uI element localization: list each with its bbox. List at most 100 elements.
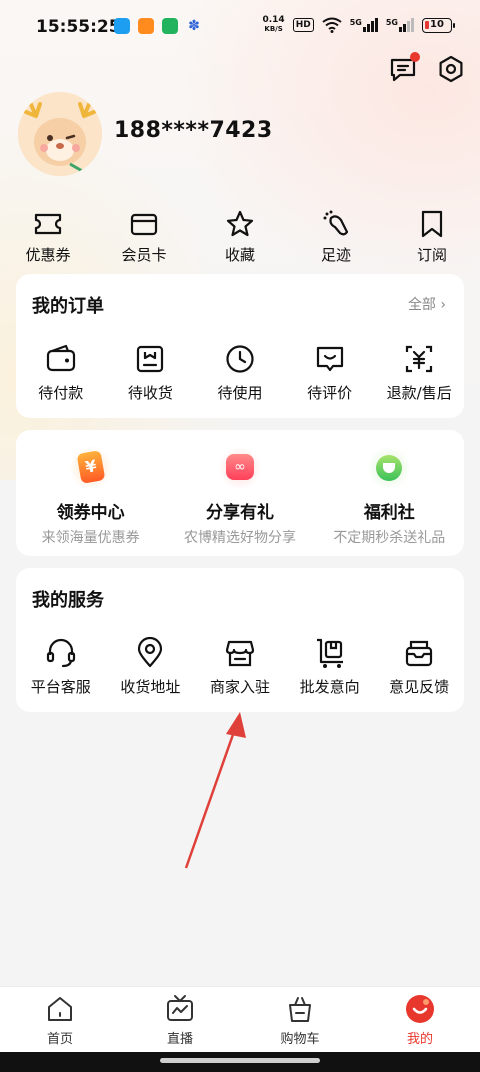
nav-home[interactable]: 首页 bbox=[0, 987, 120, 1052]
net-speed-value: 0.14 bbox=[262, 15, 285, 25]
cart-box-icon bbox=[316, 638, 343, 668]
promo-card: ¥ 领券中心 来领海量优惠券 ∞ 分享有礼 农博精选好物分享 福利社 不定期秒杀… bbox=[16, 430, 464, 556]
order-pending-receipt[interactable]: 待收货 bbox=[106, 342, 196, 403]
orders-card: 我的订单 全部 › 待付款 待收货 待使用 待评价 退款/售后 bbox=[16, 274, 464, 418]
quick-footprint-label: 足迹 bbox=[320, 246, 351, 264]
clock: 15:55:25 bbox=[36, 17, 121, 37]
order-pending-review-label: 待评价 bbox=[307, 384, 353, 402]
message-button[interactable] bbox=[388, 52, 420, 84]
paw-icon: ✽ bbox=[188, 18, 200, 34]
mine-active-icon bbox=[406, 995, 434, 1023]
order-pending-payment[interactable]: 待付款 bbox=[16, 342, 106, 403]
services-title: 我的服务 bbox=[32, 590, 104, 611]
order-pending-use-label: 待使用 bbox=[217, 384, 263, 402]
order-status-row: 待付款 待收货 待使用 待评价 退款/售后 bbox=[16, 342, 464, 403]
store-icon bbox=[225, 640, 255, 667]
promo-share-gift-subtitle: 农博精选好物分享 bbox=[183, 530, 296, 546]
service-wholesale-label: 批发意向 bbox=[299, 678, 360, 696]
service-merchant-join[interactable]: 商家入驻 bbox=[195, 636, 285, 697]
refund-icon bbox=[406, 345, 433, 373]
status-bar: 15:55:25 ✽ 0.14 KB/S HD 5G 5G 10 bbox=[0, 0, 480, 56]
quick-member-card-label: 会员卡 bbox=[121, 246, 167, 264]
quick-subscriptions[interactable]: 订阅 bbox=[384, 200, 480, 270]
service-feedback-label: 意见反馈 bbox=[389, 678, 450, 696]
card-icon bbox=[130, 213, 158, 236]
order-pending-payment-label: 待付款 bbox=[38, 384, 84, 402]
video-app-icon bbox=[138, 18, 154, 34]
user-phone[interactable]: 188****7423 bbox=[114, 118, 273, 143]
order-pending-review[interactable]: 待评价 bbox=[285, 342, 375, 403]
signal-2-icon: 5G bbox=[386, 18, 414, 32]
nav-live-label: 直播 bbox=[166, 1032, 193, 1047]
hd-badge: HD bbox=[292, 18, 314, 32]
home-indicator[interactable] bbox=[160, 1058, 320, 1063]
service-merchant-join-label: 商家入驻 bbox=[209, 678, 270, 696]
network-speed: 0.14 KB/S bbox=[262, 16, 284, 34]
wallet-icon bbox=[46, 344, 75, 372]
app-notification-icon bbox=[114, 18, 130, 34]
nav-cart-label: 购物车 bbox=[280, 1032, 320, 1047]
promo-welfare-title: 福利社 bbox=[363, 503, 415, 523]
home-icon bbox=[48, 997, 72, 1021]
signal-1-icon: 5G bbox=[350, 18, 378, 32]
ticket-icon bbox=[34, 213, 62, 235]
footprint-icon bbox=[323, 210, 349, 236]
package-icon bbox=[137, 345, 164, 373]
promo-coupon-center[interactable]: ¥ 领券中心 来领海量优惠券 bbox=[16, 446, 165, 547]
clock-icon bbox=[226, 345, 254, 373]
battery-icon: 10 bbox=[422, 17, 455, 33]
star-icon bbox=[226, 210, 254, 237]
sim-app-icon bbox=[162, 18, 178, 34]
service-customer-support[interactable]: 平台客服 bbox=[16, 636, 106, 697]
promo-row: ¥ 领券中心 来领海量优惠券 ∞ 分享有礼 农博精选好物分享 福利社 不定期秒杀… bbox=[16, 446, 464, 547]
quick-favorites-label: 收藏 bbox=[224, 246, 255, 264]
orders-title: 我的订单 bbox=[32, 296, 104, 317]
services-card: 我的服务 平台客服 收货地址 商家入驻 批发意向 意见反馈 bbox=[16, 568, 464, 712]
quick-favorites[interactable]: 收藏 bbox=[192, 200, 288, 270]
coupon-center-icon: ¥ bbox=[68, 446, 113, 490]
nav-mine-label: 我的 bbox=[406, 1032, 433, 1047]
promo-coupon-center-title: 领券中心 bbox=[56, 503, 125, 523]
feedback-box-icon bbox=[406, 640, 433, 667]
bookmark-icon bbox=[421, 210, 443, 238]
tv-icon bbox=[167, 995, 193, 1021]
nav-cart[interactable]: 购物车 bbox=[240, 987, 360, 1052]
promo-coupon-center-subtitle: 来领海量优惠券 bbox=[41, 530, 140, 546]
bottom-nav: 首页 直播 购物车 我的 bbox=[0, 986, 480, 1052]
quick-member-card[interactable]: 会员卡 bbox=[96, 200, 192, 270]
service-address[interactable]: 收货地址 bbox=[106, 636, 196, 697]
chevron-right-icon: › bbox=[440, 297, 446, 313]
order-refund[interactable]: 退款/售后 bbox=[374, 342, 464, 403]
order-pending-use[interactable]: 待使用 bbox=[195, 342, 285, 403]
nav-live[interactable]: 直播 bbox=[120, 987, 240, 1052]
quick-coupons[interactable]: 优惠券 bbox=[0, 200, 96, 270]
wifi-icon bbox=[322, 17, 342, 33]
orders-all-label: 全部 bbox=[407, 297, 436, 313]
location-pin-icon bbox=[138, 636, 163, 668]
service-customer-support-label: 平台客服 bbox=[30, 678, 91, 696]
share-gift-icon: ∞ bbox=[217, 446, 262, 490]
welfare-icon bbox=[367, 446, 412, 490]
service-wholesale[interactable]: 批发意向 bbox=[285, 636, 375, 697]
services-row: 平台客服 收货地址 商家入驻 批发意向 意见反馈 bbox=[16, 636, 464, 697]
net-speed-unit: KB/S bbox=[264, 25, 283, 33]
order-pending-receipt-label: 待收货 bbox=[127, 384, 173, 402]
promo-welfare[interactable]: 福利社 不定期秒杀送礼品 bbox=[315, 446, 464, 547]
basket-icon bbox=[289, 997, 311, 1022]
promo-welfare-subtitle: 不定期秒杀送礼品 bbox=[333, 530, 446, 546]
avatar[interactable] bbox=[18, 92, 102, 176]
service-feedback[interactable]: 意见反馈 bbox=[374, 636, 464, 697]
nav-mine[interactable]: 我的 bbox=[360, 987, 480, 1052]
promo-share-gift[interactable]: ∞ 分享有礼 农博精选好物分享 bbox=[165, 446, 314, 547]
settings-icon bbox=[439, 55, 463, 83]
quick-coupons-label: 优惠券 bbox=[25, 246, 71, 264]
comment-icon bbox=[316, 346, 343, 372]
quick-subscriptions-label: 订阅 bbox=[416, 246, 447, 264]
quick-links: 优惠券 会员卡 收藏 足迹 订阅 bbox=[0, 200, 480, 270]
orders-all-link[interactable]: 全部 › bbox=[408, 294, 446, 314]
nav-home-label: 首页 bbox=[46, 1032, 73, 1047]
settings-button[interactable] bbox=[436, 54, 466, 84]
quick-footprint[interactable]: 足迹 bbox=[288, 200, 384, 270]
promo-share-gift-title: 分享有礼 bbox=[205, 503, 274, 523]
order-refund-label: 退款/售后 bbox=[386, 384, 452, 402]
